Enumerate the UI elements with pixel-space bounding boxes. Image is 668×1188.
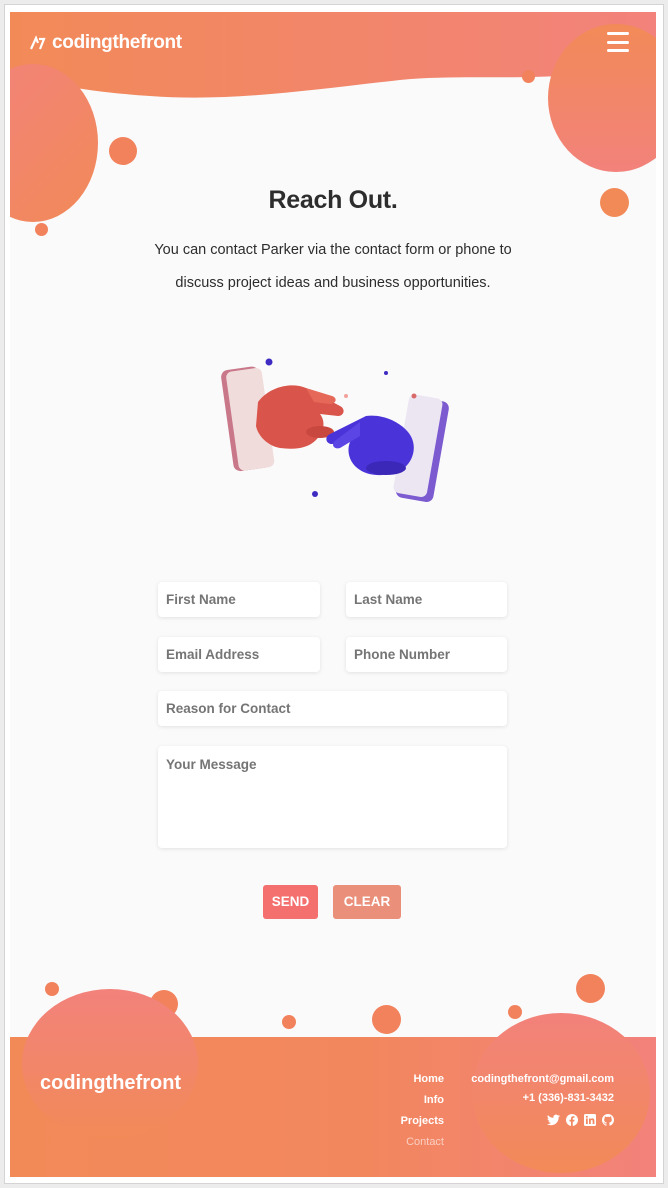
decor-dot [35, 223, 48, 236]
intro-text: You can contact Parker via the contact f… [140, 234, 526, 300]
social-links [471, 1114, 614, 1126]
footer-nav: Home Info Projects Contact [401, 1069, 444, 1153]
send-button[interactable]: SEND [263, 885, 318, 919]
footer-link-contact[interactable]: Contact [401, 1132, 444, 1153]
intro-line: discuss project ideas and business oppor… [175, 275, 491, 291]
footer-link-projects[interactable]: Projects [401, 1111, 444, 1132]
logo[interactable]: codingthefront [30, 32, 182, 54]
logo-text: codingthefront [52, 32, 182, 53]
phone-input[interactable] [346, 637, 507, 672]
github-icon[interactable] [601, 1114, 614, 1126]
facebook-icon[interactable] [565, 1114, 578, 1126]
blue-hand [326, 415, 414, 476]
first-name-input[interactable] [158, 582, 320, 617]
linkedin-icon[interactable] [583, 1114, 596, 1126]
footer-email[interactable]: codingthefront@gmail.com [471, 1070, 614, 1089]
page-title: Reach Out. [268, 186, 398, 214]
email-input[interactable] [158, 637, 320, 672]
last-name-input[interactable] [346, 582, 507, 617]
page: codingthefront Reach Out. You can contac… [10, 12, 656, 1177]
reason-input[interactable] [158, 691, 507, 726]
handshake-illustration [221, 358, 449, 502]
decor-dot [576, 974, 605, 1003]
footer-link-info[interactable]: Info [401, 1090, 444, 1111]
hamburger-menu-icon[interactable] [607, 32, 629, 52]
decor-dot [372, 1005, 401, 1034]
intro-line: You can contact Parker via the contact f… [154, 242, 512, 258]
clear-button[interactable]: CLEAR [333, 885, 401, 919]
footer-brand[interactable]: codingthefront [40, 1072, 181, 1095]
decor-dot [45, 982, 59, 996]
decor-dot [522, 70, 535, 83]
twitter-icon[interactable] [547, 1114, 560, 1126]
message-textarea[interactable] [158, 746, 507, 848]
logo-icon [30, 35, 46, 50]
footer-link-home[interactable]: Home [401, 1069, 444, 1090]
footer-contact: codingthefront@gmail.com +1 (336)-831-34… [471, 1070, 614, 1126]
decor-dot [109, 137, 137, 165]
decor-dot [508, 1005, 522, 1019]
decor-dot [282, 1015, 296, 1029]
footer-phone[interactable]: +1 (336)-831-3432 [471, 1089, 614, 1108]
decor-blob [22, 989, 198, 1139]
